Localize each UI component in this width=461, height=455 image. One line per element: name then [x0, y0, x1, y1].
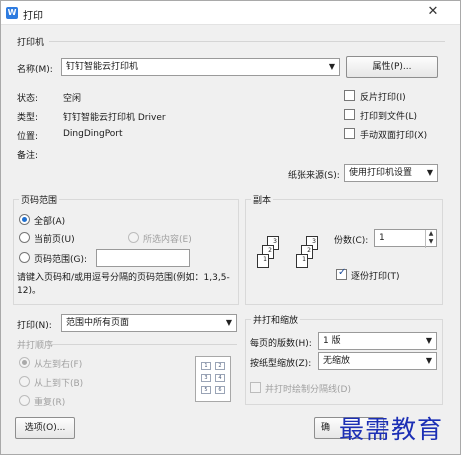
paper-source-label: 纸张来源(S):: [288, 171, 340, 181]
type-label: 类型:: [17, 113, 39, 123]
order-cell: 4: [215, 374, 225, 382]
copy-page-icon: 1: [257, 254, 269, 268]
chevron-down-icon: ▼: [328, 62, 335, 71]
pages-per-sheet-select[interactable]: 1 版 ▼: [318, 332, 437, 350]
type-value: 钉钉智能云打印机 Driver: [63, 113, 166, 123]
current-page-label: 当前页(U): [34, 235, 75, 245]
watermark-text: 最需教育: [339, 415, 444, 444]
chevron-down-icon: ▼: [425, 336, 432, 345]
copies-count-input[interactable]: 1 ▲ ▼: [374, 229, 437, 248]
scale-label: 按纸型缩放(Z):: [250, 359, 312, 369]
left-to-right-radio[interactable]: [19, 357, 30, 368]
collate-label: 逐份打印(T): [351, 272, 400, 282]
chevron-down-icon: ▼: [426, 168, 433, 177]
all-pages-radio[interactable]: [19, 214, 30, 225]
scale-select[interactable]: 无缩放 ▼: [318, 352, 437, 370]
copies-title: 副本: [251, 193, 274, 206]
spin-up-icon[interactable]: ▲: [426, 230, 436, 238]
zoom-title: 并打和缩放: [251, 313, 301, 326]
status-value: 空闲: [63, 94, 82, 104]
page-range-title: 页码范围: [19, 193, 60, 206]
copy-page-icon: 1: [296, 254, 308, 268]
window-title: 打印: [23, 11, 43, 22]
print-what-value: 范围中所有页面: [66, 318, 130, 328]
order-cell: 3: [201, 374, 211, 382]
print-what-select[interactable]: 范围中所有页面 ▼: [61, 314, 237, 332]
repeat-radio[interactable]: [19, 395, 30, 406]
repeat-label: 重复(R): [34, 398, 66, 408]
page-range-hint: 请键入页码和/或用逗号分隔的页码范围(例如：1,3,5-12)。: [17, 273, 230, 296]
location-label: 位置:: [17, 132, 39, 142]
draw-borders-label: 并打时绘制分隔线(D): [265, 385, 351, 395]
scale-value: 无缩放: [323, 356, 351, 366]
order-cell: 5: [201, 386, 211, 394]
top-to-bottom-radio[interactable]: [19, 376, 30, 387]
location-value: DingDingPort: [63, 129, 123, 139]
comment-label: 备注:: [17, 151, 39, 161]
selection-radio[interactable]: [128, 232, 139, 243]
all-pages-label: 全部(A): [34, 217, 66, 227]
title-bar: W 打印 ✕: [1, 1, 460, 25]
page-range-radio[interactable]: [19, 252, 30, 263]
pages-per-sheet-label: 每页的版数(H):: [250, 339, 312, 349]
copies-count-value: 1: [379, 233, 385, 243]
collate-checkbox[interactable]: [336, 267, 347, 280]
print-order-divider: [49, 344, 237, 345]
print-to-file-checkbox[interactable]: [344, 109, 355, 120]
left-to-right-label: 从左到右(F): [34, 360, 83, 370]
paper-source-select[interactable]: 使用打印机设置 ▼: [344, 164, 438, 182]
chevron-down-icon: ▼: [425, 356, 432, 365]
order-cell: 1: [201, 362, 211, 370]
status-label: 状态:: [17, 94, 39, 104]
properties-button[interactable]: 属性(P)...: [346, 56, 438, 78]
spin-down-icon[interactable]: ▼: [426, 238, 436, 246]
print-to-file-label: 打印到文件(L): [360, 112, 418, 122]
order-cell: 6: [215, 386, 225, 394]
print-order-title: 并打顺序: [17, 341, 54, 351]
printer-name-value: 钉钉智能云打印机: [66, 62, 139, 72]
top-to-bottom-label: 从上到下(B): [34, 379, 84, 389]
order-cell: 2: [215, 362, 225, 370]
chevron-down-icon: ▼: [225, 318, 232, 327]
manual-duplex-label: 手动双面打印(X): [360, 131, 428, 141]
copies-count-label: 份数(C):: [334, 236, 369, 246]
page-range-input[interactable]: [96, 249, 190, 267]
close-icon[interactable]: ✕: [418, 2, 448, 22]
selection-label: 所选内容(E): [143, 235, 192, 245]
paper-source-value: 使用打印机设置: [349, 168, 413, 178]
printer-divider: [49, 41, 445, 42]
reverse-print-checkbox[interactable]: [344, 90, 355, 101]
copies-group: 副本: [245, 193, 443, 305]
wps-app-icon: W: [6, 7, 18, 19]
print-dialog: W 打印 ✕ 打印机 名称(M): 钉钉智能云打印机 ▼ 属性(P)... 状态…: [0, 0, 461, 455]
print-what-label: 打印(N):: [17, 321, 52, 331]
printer-name-label: 名称(M):: [17, 65, 53, 75]
page-range-label: 页码范围(G):: [34, 255, 88, 265]
manual-duplex-checkbox[interactable]: [344, 128, 355, 139]
print-order-preview: 1 2 3 4 5 6: [195, 356, 231, 402]
draw-borders-checkbox[interactable]: [250, 382, 261, 393]
pages-per-sheet-value: 1 版: [323, 336, 341, 346]
reverse-print-label: 反片打印(I): [360, 93, 406, 103]
printer-group-title: 打印机: [17, 38, 45, 48]
printer-name-select[interactable]: 钉钉智能云打印机 ▼: [61, 58, 340, 76]
options-button[interactable]: 选项(O)...: [15, 417, 75, 439]
current-page-radio[interactable]: [19, 232, 30, 243]
copies-spinner[interactable]: ▲ ▼: [425, 230, 436, 248]
